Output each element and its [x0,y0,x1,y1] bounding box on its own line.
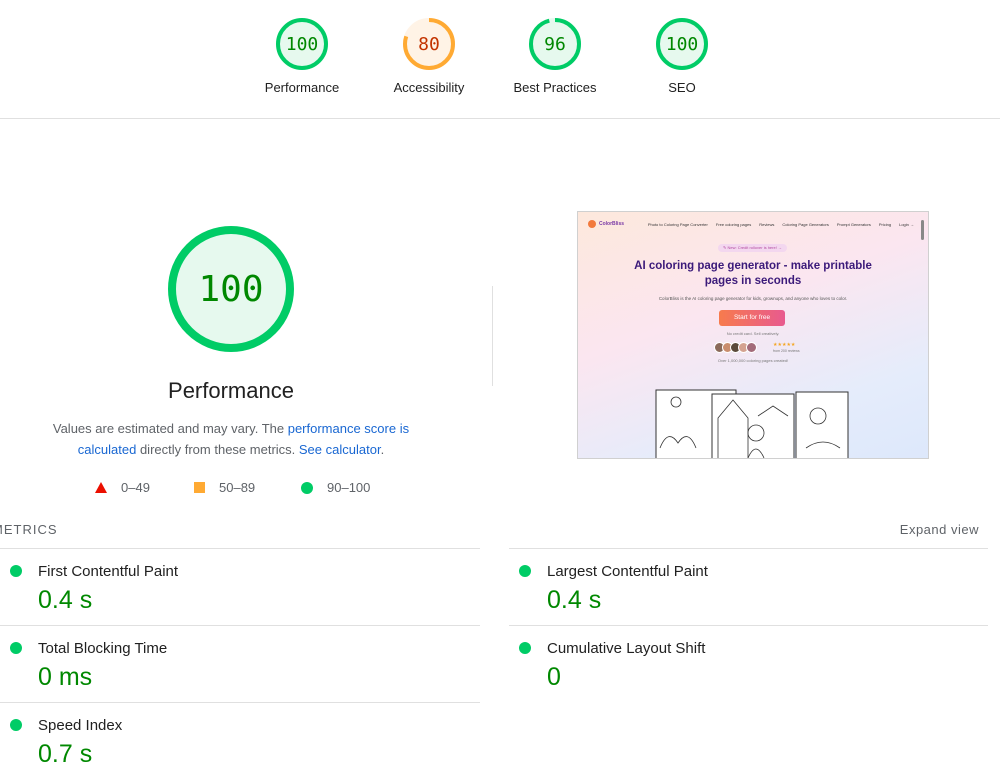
thumb-count: Over 1,000,000 coloring pages created! [717,358,789,363]
gauge-label: SEO [668,80,696,95]
gauge-best-practices[interactable]: 96 Best Practices [490,17,620,95]
gauge-ring: 96 [529,18,581,70]
performance-description: Values are estimated and may vary. The p… [52,421,410,457]
logo-icon [588,220,596,228]
fail-triangle-icon [95,482,107,493]
gauge-score: 96 [544,34,566,55]
performance-score: 100 [198,269,263,310]
category-gauges: 100 Performance 80 Accessibility 96 Best… [0,0,1000,119]
gauge-ring: 100 [656,18,708,70]
expand-view-toggle[interactable]: Expand view [900,522,979,537]
thumb-nav-link: Login → [899,222,914,227]
vertical-divider [492,286,493,386]
pass-circle-icon [10,719,22,731]
pass-circle-icon [10,565,22,577]
legend-pass: 90–100 [327,480,371,495]
metric-name: First Contentful Paint [38,563,179,580]
metric-value: 0 [547,663,561,691]
gauge-performance[interactable]: 100 Performance [237,17,367,95]
thumb-nav-link: Pricing [878,222,892,227]
page-screenshot-thumbnail[interactable]: ColorBliss Photo to Coloring Page Conver… [577,211,929,459]
metrics-heading: METRICS [0,522,58,537]
gauge-score: 100 [286,34,319,55]
see-calculator-link[interactable]: See calculator [299,442,381,457]
thumb-nav-link: Coloring Page Generators [782,222,829,227]
legend-average: 50–89 [219,480,256,495]
gauge-label: Performance [264,80,340,95]
metric-total-blocking-time[interactable]: Total Blocking Time 0 ms [0,625,480,702]
gauge-accessibility[interactable]: 80 Accessibility [364,17,494,95]
gauge-ring: 100 [276,18,328,70]
gauge-seo[interactable]: 100 SEO [617,17,747,95]
metric-cumulative-layout-shift[interactable]: Cumulative Layout Shift 0 [509,625,988,702]
performance-gauge: 100 [168,226,294,352]
thumb-reviews: from 200 reviews [773,349,800,353]
metric-value: 0.4 s [38,586,93,614]
pass-circle-icon [519,642,531,654]
gauge-label: Best Practices [513,80,597,95]
metric-largest-contentful-paint[interactable]: Largest Contentful Paint 0.4 s [509,548,988,625]
thumb-headline: AI coloring page generator - make printa… [634,260,872,287]
thumb-stars: ★★★★★ [773,342,796,348]
metric-value: 0.7 s [38,740,93,768]
average-square-icon [194,482,205,493]
gauge-score: 100 [666,34,699,55]
metric-name: Total Blocking Time [38,640,168,657]
pass-circle-icon [10,642,22,654]
thumb-cta-button: Start for free [719,310,785,326]
gauge-ring: 80 [403,18,455,70]
thumb-note: No credit card. Sell creatively. [726,331,780,336]
gauge-label: Accessibility [393,80,465,95]
thumb-nav-link: Reviews [759,222,775,227]
thumb-announcement-pill: ✎ New: Credit rollover is here! → [718,244,787,252]
performance-title: Performance [168,378,294,403]
thumb-nav-link: Photo to Coloring Page Converter [647,222,708,227]
metric-name: Speed Index [38,717,123,734]
thumb-avatars [714,342,757,353]
thumb-nav-link: Prompt Generators [836,222,871,227]
metric-speed-index[interactable]: Speed Index 0.7 s [0,702,480,779]
legend-fail: 0–49 [121,480,150,495]
thumb-scrollbar [921,220,924,240]
thumb-subtitle: ColorBliss is the AI coloring page gener… [658,296,848,301]
metric-value: 0.4 s [547,586,602,614]
gauge-score: 80 [418,34,440,55]
metric-name: Cumulative Layout Shift [547,640,706,657]
thumb-nav: ColorBliss Photo to Coloring Page Conver… [588,220,914,232]
metric-value: 0 ms [38,663,93,691]
thumb-coloring-cards [655,389,849,458]
metric-name: Largest Contentful Paint [547,563,708,580]
thumb-logo: ColorBliss [588,220,624,228]
pass-circle-icon [301,481,313,494]
metric-first-contentful-paint[interactable]: First Contentful Paint 0.4 s [0,548,480,625]
thumb-nav-link: Free coloring pages [715,222,752,227]
pass-circle-icon [519,565,531,577]
